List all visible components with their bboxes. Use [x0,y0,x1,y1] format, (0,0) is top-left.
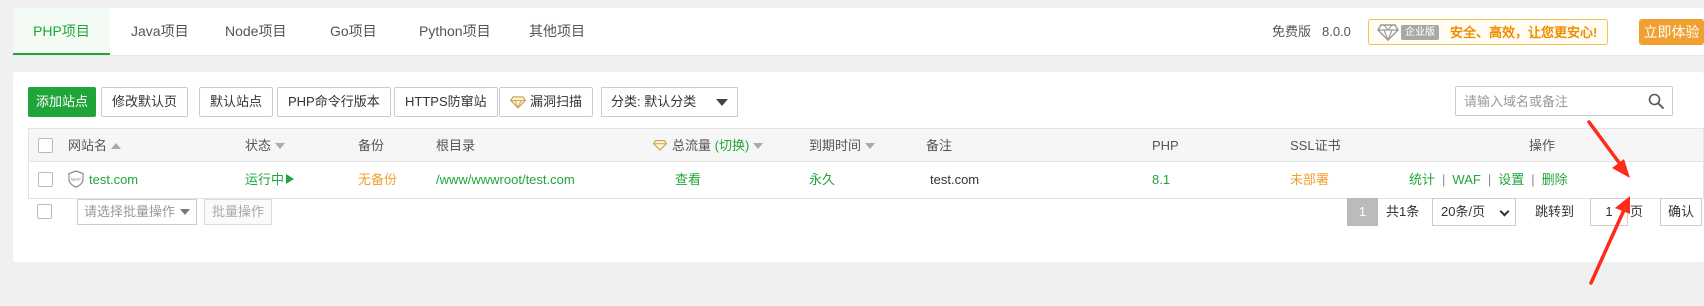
page-number-current[interactable]: 1 [1347,198,1378,226]
add-site-button[interactable]: 添加站点 [28,87,96,117]
tab-node-projects[interactable]: Node项目 [201,8,310,55]
table-header: 网站名 状态 备份 根目录 总流量 (切换) 到期时间 备注 PHP SSL证书… [29,129,1703,162]
status-running[interactable]: 运行中 [245,162,295,198]
search-input[interactable] [1456,87,1636,115]
https-firewall-button[interactable]: HTTPS防窜站 [394,87,498,117]
chevron-down-icon [716,99,728,106]
site-table: 网站名 状态 备份 根目录 总流量 (切换) 到期时间 备注 PHP SSL证书… [28,128,1704,199]
total-count: 共1条 [1386,204,1420,219]
select-all-checkbox[interactable] [38,138,53,153]
enterprise-badge: 企业版 [1401,25,1439,40]
remark-cell[interactable]: test.com [930,162,979,198]
col-actions: 操作 [1529,138,1556,153]
jump-page-input[interactable]: 1 [1590,198,1628,226]
footer-select-all-checkbox[interactable] [37,204,52,219]
category-select[interactable]: 分类: 默认分类 [601,87,738,117]
tab-java-projects[interactable]: Java项目 [107,8,213,55]
jump-confirm-button[interactable]: 确认 [1660,198,1702,226]
table-row: WAF test.com 运行中 无备份 /www/wwwroot/test.c… [29,162,1703,198]
delete-link[interactable]: 删除 [1542,172,1568,187]
tab-php-projects[interactable]: PHP项目 [13,8,110,55]
waf-link[interactable]: WAF [1452,172,1480,187]
batch-action-button[interactable]: 批量操作 [204,199,272,225]
php-version-link[interactable]: 8.1 [1152,162,1170,198]
site-list-panel: 添加站点 修改默认页 默认站点 PHP命令行版本 HTTPS防窜站 漏洞扫描 分… [13,72,1704,262]
col-traffic[interactable]: 总流量 (切换) [652,129,764,162]
tab-go-projects[interactable]: Go项目 [306,8,401,55]
chevron-down-icon [1499,206,1510,217]
backup-status-link[interactable]: 无备份 [358,162,397,198]
row-actions: 统计 | WAF | 设置 | 删除 [1409,172,1568,187]
traffic-switch-link[interactable]: (切换) [715,138,750,153]
page-size-select[interactable]: 20条/页 [1432,198,1516,226]
project-tab-bar: PHP项目 Java项目 Node项目 Go项目 Python项目 其他项目 免… [13,8,1704,55]
root-dir-link[interactable]: /www/wwwroot/test.com [436,162,575,198]
sort-desc-icon [753,143,764,149]
traffic-view-link[interactable]: 查看 [675,162,701,198]
page-unit-label: 页 [1630,204,1644,219]
search-box [1455,86,1673,116]
batch-action-select[interactable]: 请选择批量操作 [77,199,197,225]
php-cli-version-button[interactable]: PHP命令行版本 [277,87,391,117]
expiry-link[interactable]: 永久 [809,162,835,198]
ssl-status-link[interactable]: 未部署 [1290,162,1329,198]
sort-desc-icon [275,143,286,149]
settings-link[interactable]: 设置 [1498,172,1524,187]
diamond-icon [1377,24,1399,41]
stats-link[interactable]: 统计 [1409,172,1435,187]
row-checkbox[interactable] [38,172,53,187]
col-remark: 备注 [926,138,953,153]
col-expiry[interactable]: 到期时间 [809,129,876,162]
edition-label: 免费版 [1272,24,1312,39]
col-backup: 备份 [358,138,385,153]
tab-python-projects[interactable]: Python项目 [395,8,515,55]
default-site-button[interactable]: 默认站点 [199,87,274,117]
jump-to-label: 跳转到 [1535,204,1575,219]
col-ssl: SSL证书 [1290,138,1341,153]
enterprise-banner[interactable]: 企业版 安全、高效，让您更安心! [1368,19,1608,45]
sort-asc-icon [111,143,122,149]
category-select-value: 分类: 默认分类 [611,94,697,109]
diamond-icon [510,96,526,109]
enterprise-slogan: 安全、高效，让您更安心! [1450,25,1598,40]
version-number: 8.0.0 [1322,24,1351,39]
svg-text:WAF: WAF [71,177,81,182]
waf-shield-icon: WAF [68,170,84,188]
try-now-button[interactable]: 立即体验 [1639,19,1704,45]
vuln-scan-label: 漏洞扫描 [530,94,583,109]
vuln-scan-button[interactable]: 漏洞扫描 [499,87,594,117]
tab-other-projects[interactable]: 其他项目 [505,8,609,55]
chevron-down-icon [180,209,190,215]
col-status[interactable]: 状态 [245,129,286,162]
search-icon[interactable] [1648,93,1664,109]
col-site-name[interactable]: 网站名 [68,129,122,162]
diamond-icon [652,139,668,151]
sort-desc-icon [865,143,876,149]
col-root: 根目录 [436,138,476,153]
edit-default-page-button[interactable]: 修改默认页 [101,87,189,117]
play-icon [286,174,295,184]
col-php: PHP [1152,138,1179,153]
site-name-cell[interactable]: WAF test.com [68,162,138,198]
